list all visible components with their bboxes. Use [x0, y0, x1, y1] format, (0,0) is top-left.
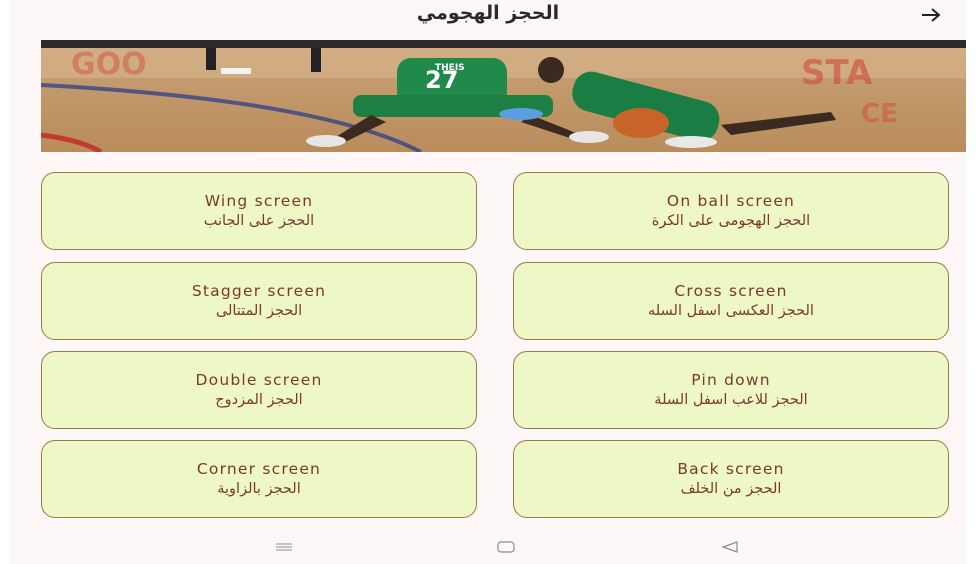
back-triangle-icon — [721, 541, 738, 553]
card-title-en: Corner screen — [196, 460, 322, 478]
card-cross-screen[interactable]: Cross screen الحجز العكسى اسفل السله — [513, 262, 949, 340]
svg-text:CE: CE — [861, 99, 898, 129]
card-back-screen[interactable]: Back screen الحجز من الخلف — [513, 440, 949, 518]
card-title-en: Wing screen — [204, 192, 314, 210]
menu-icon — [276, 543, 292, 551]
system-nav-bar — [10, 528, 966, 564]
card-title-ar: الحجز على الجانب — [203, 213, 315, 229]
basketball-photo: GOO STA CE 27 THEIS — [41, 40, 966, 152]
card-title-ar: الحجز العكسى اسفل السله — [648, 303, 814, 319]
card-title-en: Double screen — [195, 371, 323, 389]
card-title-en: Back screen — [677, 460, 785, 478]
card-title-ar: الحجز بالزاوية — [217, 481, 301, 497]
nav-recents-button[interactable] — [264, 536, 304, 558]
back-button[interactable] — [914, 0, 948, 30]
nav-back-button[interactable] — [710, 536, 750, 558]
card-title-en: On ball screen — [666, 192, 796, 210]
card-corner-screen[interactable]: Corner screen الحجز بالزاوية — [41, 440, 477, 518]
card-stagger-screen[interactable]: Stagger screen الحجز المتتالى — [41, 262, 477, 340]
svg-text:GOO: GOO — [71, 47, 147, 82]
jersey-name: THEIS — [435, 63, 465, 73]
nav-home-button[interactable] — [486, 536, 526, 558]
card-title-ar: الحجز المزدوج — [215, 392, 303, 408]
card-title-ar: الحجز الهجومى على الكرة — [651, 213, 811, 229]
card-wing-screen[interactable]: Wing screen الحجز على الجانب — [41, 172, 477, 250]
app-bar: الحجز الهجومي — [10, 0, 966, 34]
card-pin-down[interactable]: Pin down الحجز للاعب اسفل السلة — [513, 351, 949, 429]
card-title-en: Cross screen — [674, 282, 788, 300]
home-icon — [497, 541, 515, 553]
card-title-en: Pin down — [691, 371, 771, 389]
card-title-ar: الحجز للاعب اسفل السلة — [654, 392, 808, 408]
page-title: الحجز الهجومي — [416, 2, 560, 24]
svg-text:STA: STA — [801, 53, 873, 93]
card-title-en: Stagger screen — [191, 282, 327, 300]
arrow-forward-icon — [922, 8, 941, 22]
card-on-ball-screen[interactable]: On ball screen الحجز الهجومى على الكرة — [513, 172, 949, 250]
card-title-ar: الحجز المتتالى — [215, 303, 303, 319]
app-screen: الحجز الهجومي GOO STA CE 27 THEIS Wing s… — [10, 0, 966, 564]
card-double-screen[interactable]: Double screen الحجز المزدوج — [41, 351, 477, 429]
banner-image: GOO STA CE 27 THEIS — [41, 40, 966, 152]
card-title-ar: الحجز من الخلف — [680, 481, 782, 497]
